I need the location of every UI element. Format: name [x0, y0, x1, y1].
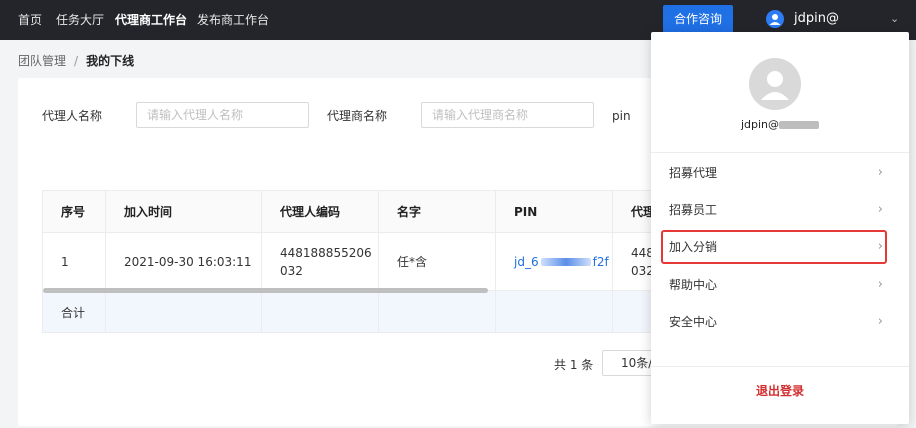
- table-summary-row: 合计: [43, 291, 681, 332]
- col-name: 名字: [379, 191, 496, 232]
- breadcrumb-separator: /: [74, 54, 79, 68]
- consult-button[interactable]: 合作咨询: [663, 5, 733, 33]
- total-count: 共 1 条: [554, 358, 594, 372]
- nav-publisher-workbench[interactable]: 发布商工作台: [197, 0, 269, 40]
- summary-cell: [262, 291, 379, 332]
- nav-agent-workbench[interactable]: 代理商工作台: [115, 0, 187, 40]
- chevron-right-icon: ›: [877, 277, 883, 292]
- col-agent-code: 代理人编码: [262, 191, 379, 232]
- nav-home[interactable]: 首页: [18, 0, 42, 40]
- menu-item-recruit-staff[interactable]: 招募员工 ›: [661, 193, 887, 227]
- summary-cell: [496, 291, 613, 332]
- horizontal-scrollbar[interactable]: [43, 288, 488, 293]
- menu-item-help-center[interactable]: 帮助中心 ›: [661, 268, 887, 302]
- chevron-right-icon: ›: [877, 202, 883, 217]
- nav-task-hall[interactable]: 任务大厅: [56, 0, 104, 40]
- breadcrumb-parent[interactable]: 团队管理: [18, 54, 66, 68]
- menu-item-label: 加入分销: [669, 240, 718, 254]
- user-icon: [766, 10, 784, 28]
- dropdown-divider: [651, 366, 909, 367]
- menu-item-label: 帮助中心: [669, 278, 718, 292]
- menu-item-label: 安全中心: [669, 315, 718, 329]
- col-pin: PIN: [496, 191, 613, 232]
- avatar: [749, 58, 801, 110]
- pin-label: pin: [612, 109, 631, 123]
- table-row: 1 2021-09-30 16:03:11 448188855206 032 任…: [43, 233, 681, 291]
- logout-button[interactable]: 退出登录: [651, 382, 909, 399]
- menu-item-join-distribution[interactable]: 加入分销 ›: [661, 230, 887, 264]
- cell-pin-link[interactable]: jd_6 f2f: [496, 233, 613, 290]
- agency-name-input[interactable]: 请输入代理商名称: [421, 102, 594, 128]
- menu-item-security-center[interactable]: 安全中心 ›: [661, 305, 887, 339]
- menu-item-recruit-agent[interactable]: 招募代理 ›: [661, 156, 887, 190]
- cell-index: 1: [43, 233, 106, 290]
- pin-prefix: jd_6: [514, 254, 539, 269]
- summary-label: 合计: [43, 291, 106, 332]
- dropdown-divider: [651, 152, 909, 153]
- downline-table: 序号 加入时间 代理人编码 名字 PIN 代理 1 2021-09-30 16:…: [42, 190, 682, 333]
- agency-name-label: 代理商名称: [327, 109, 388, 123]
- user-dropdown-menu: jdpin@ 招募代理 › 招募员工 › 加入分销 › 帮助中心 › 安全中心 …: [651, 32, 909, 424]
- table-header: 序号 加入时间 代理人编码 名字 PIN 代理: [43, 191, 681, 233]
- agent-name-input[interactable]: 请输入代理人名称: [136, 102, 309, 128]
- menu-item-label: 招募员工: [669, 203, 718, 217]
- user-name: jdpin@: [794, 11, 839, 26]
- menu-item-label: 招募代理: [669, 166, 718, 180]
- chevron-right-icon: ›: [877, 314, 883, 329]
- user-icon: [761, 71, 789, 100]
- agent-name-label: 代理人名称: [42, 109, 103, 123]
- cell-agent-code: 448188855206 032: [262, 233, 379, 290]
- chevron-right-icon: ›: [877, 239, 883, 254]
- summary-cell: [106, 291, 262, 332]
- col-index: 序号: [43, 191, 106, 232]
- pin-redacted: [540, 257, 591, 266]
- summary-cell: [379, 291, 496, 332]
- col-join-time: 加入时间: [106, 191, 262, 232]
- chevron-down-icon: ⌄: [890, 12, 900, 25]
- username-redacted: [779, 121, 820, 129]
- breadcrumb: 团队管理 / 我的下线: [18, 52, 134, 69]
- chevron-right-icon: ›: [877, 165, 883, 180]
- cell-join-time: 2021-09-30 16:03:11: [106, 233, 262, 290]
- dropdown-username: jdpin@: [651, 118, 909, 131]
- pin-suffix: f2f: [592, 254, 609, 269]
- breadcrumb-current: 我的下线: [86, 54, 135, 68]
- cell-name: 任*含: [379, 233, 496, 290]
- dropdown-username-text: jdpin@: [740, 118, 780, 131]
